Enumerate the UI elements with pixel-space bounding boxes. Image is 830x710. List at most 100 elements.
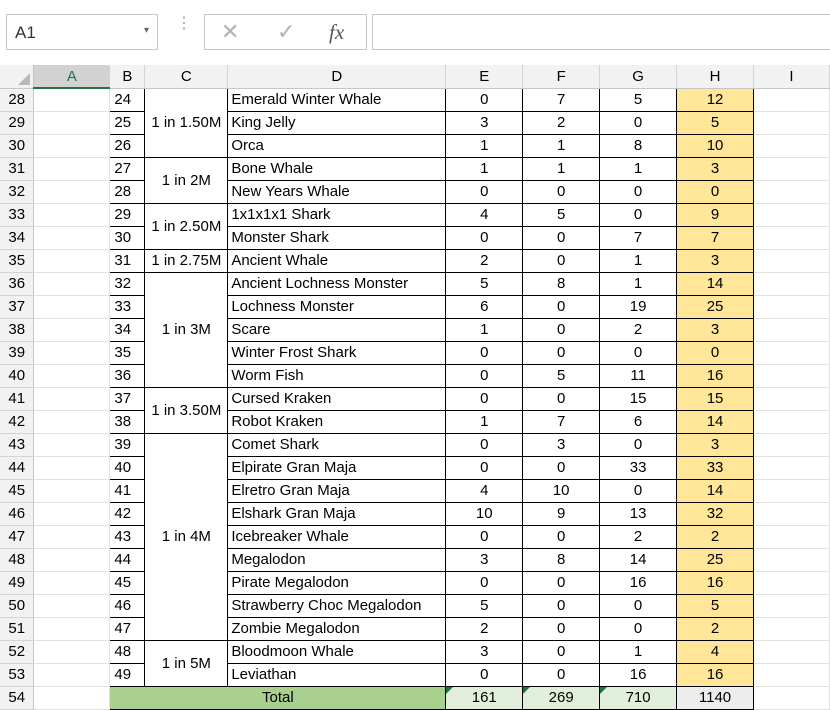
cell-a[interactable] xyxy=(33,479,111,503)
cell-i[interactable] xyxy=(753,594,830,618)
cell-e[interactable]: 1 xyxy=(445,409,524,434)
cell-i[interactable] xyxy=(753,410,830,434)
cell-a[interactable] xyxy=(33,134,111,158)
cell-g[interactable]: 15 xyxy=(599,386,678,411)
cell-i[interactable] xyxy=(753,295,830,319)
cell-e[interactable]: 3 xyxy=(445,110,524,135)
row-header[interactable]: 36 xyxy=(0,272,35,296)
cell-f[interactable]: 2 xyxy=(522,110,601,135)
column-header-h[interactable]: H xyxy=(676,65,754,89)
cell-rank[interactable]: 40 xyxy=(109,455,146,480)
cell-h-total[interactable]: 2 xyxy=(676,616,754,641)
cell-e[interactable]: 4 xyxy=(445,202,524,227)
cell-a[interactable] xyxy=(33,249,111,273)
cell-e[interactable]: 2 xyxy=(445,616,524,641)
cell-i[interactable] xyxy=(753,525,830,549)
cell-i[interactable] xyxy=(753,203,830,227)
cell-a[interactable] xyxy=(33,88,111,112)
cell-e[interactable]: 0 xyxy=(445,662,524,687)
row-header[interactable]: 53 xyxy=(0,663,35,687)
row-header[interactable]: 28 xyxy=(0,88,35,112)
cell-i[interactable] xyxy=(753,479,830,503)
row-header[interactable]: 30 xyxy=(0,134,35,158)
cell-e[interactable]: 0 xyxy=(445,363,524,388)
cell-g[interactable]: 0 xyxy=(599,110,678,135)
cell-g[interactable]: 2 xyxy=(599,317,678,342)
cell-i[interactable] xyxy=(753,433,830,457)
row-header[interactable]: 43 xyxy=(0,433,35,457)
cell-rank[interactable]: 42 xyxy=(109,501,146,526)
cell-creature-name[interactable]: Bone Whale xyxy=(227,156,447,181)
cell-i[interactable] xyxy=(753,571,830,595)
row-header[interactable]: 29 xyxy=(0,111,35,135)
cell-a[interactable] xyxy=(33,571,111,595)
row-header[interactable]: 47 xyxy=(0,525,35,549)
cell-g[interactable]: 1 xyxy=(599,639,678,664)
column-header-d[interactable]: D xyxy=(227,65,447,89)
cell-a[interactable] xyxy=(33,548,111,572)
cell-i[interactable] xyxy=(753,364,830,388)
cell-rank[interactable]: 38 xyxy=(109,409,146,434)
cell-rank[interactable]: 26 xyxy=(109,133,146,158)
cell-creature-name[interactable]: Winter Frost Shark xyxy=(227,340,447,365)
row-header[interactable]: 48 xyxy=(0,548,35,572)
row-header[interactable]: 51 xyxy=(0,617,35,641)
cell-e[interactable]: 0 xyxy=(445,225,524,250)
row-header[interactable]: 32 xyxy=(0,180,35,204)
cell-f[interactable]: 7 xyxy=(522,87,601,112)
cell-g[interactable]: 1 xyxy=(599,271,678,296)
cell-f[interactable]: 0 xyxy=(522,386,601,411)
cell-a[interactable] xyxy=(33,364,111,388)
cell-i[interactable] xyxy=(753,272,830,296)
cell-i[interactable] xyxy=(753,226,830,250)
cell-h-total[interactable]: 16 xyxy=(676,363,754,388)
cell-a[interactable] xyxy=(33,525,111,549)
cell-rank[interactable]: 34 xyxy=(109,317,146,342)
cell-creature-name[interactable]: Ancient Whale xyxy=(227,248,447,273)
cell-f[interactable]: 0 xyxy=(522,593,601,618)
row-header[interactable]: 41 xyxy=(0,387,35,411)
cell-f[interactable]: 0 xyxy=(522,570,601,595)
cell-rarity-group[interactable]: 1 in 4M xyxy=(144,432,229,641)
cell-rank[interactable]: 48 xyxy=(109,639,146,664)
cell-rarity-group[interactable]: 1 in 2.75M xyxy=(144,248,229,273)
cell-i[interactable] xyxy=(753,111,830,135)
cell-rank[interactable]: 35 xyxy=(109,340,146,365)
total-e[interactable]: 161 xyxy=(445,685,524,710)
cell-creature-name[interactable]: Robot Kraken xyxy=(227,409,447,434)
cell-g[interactable]: 5 xyxy=(599,87,678,112)
cell-a[interactable] xyxy=(33,686,111,710)
cell-h-total[interactable]: 3 xyxy=(676,432,754,457)
cell-creature-name[interactable]: King Jelly xyxy=(227,110,447,135)
cell-e[interactable]: 0 xyxy=(445,340,524,365)
cell-h-total[interactable]: 7 xyxy=(676,225,754,250)
cell-g[interactable]: 0 xyxy=(599,432,678,457)
cell-f[interactable]: 10 xyxy=(522,478,601,503)
row-header[interactable]: 34 xyxy=(0,226,35,250)
cell-rarity-group[interactable]: 1 in 3M xyxy=(144,271,229,388)
column-header-b[interactable]: B xyxy=(109,65,146,89)
cell-creature-name[interactable]: Comet Shark xyxy=(227,432,447,457)
cell-h-total[interactable]: 25 xyxy=(676,294,754,319)
column-header-f[interactable]: F xyxy=(522,65,601,89)
cell-rank[interactable]: 25 xyxy=(109,110,146,135)
cell-creature-name[interactable]: Ancient Lochness Monster xyxy=(227,271,447,296)
cell-rank[interactable]: 33 xyxy=(109,294,146,319)
cell-f[interactable]: 1 xyxy=(522,156,601,181)
cell-i[interactable] xyxy=(753,341,830,365)
cell-f[interactable]: 0 xyxy=(522,639,601,664)
cell-rank[interactable]: 47 xyxy=(109,616,146,641)
cell-h-total[interactable]: 12 xyxy=(676,87,754,112)
insert-function-icon[interactable]: fx xyxy=(329,20,344,45)
cell-h-total[interactable]: 33 xyxy=(676,455,754,480)
cell-g[interactable]: 0 xyxy=(599,593,678,618)
cell-e[interactable]: 0 xyxy=(445,432,524,457)
cell-e[interactable]: 0 xyxy=(445,570,524,595)
column-header-c[interactable]: C xyxy=(144,65,229,89)
row-header[interactable]: 49 xyxy=(0,571,35,595)
cell-h-total[interactable]: 5 xyxy=(676,593,754,618)
cell-creature-name[interactable]: Cursed Kraken xyxy=(227,386,447,411)
cell-rank[interactable]: 45 xyxy=(109,570,146,595)
cell-rarity-group[interactable]: 1 in 3.50M xyxy=(144,386,229,434)
cell-f[interactable]: 3 xyxy=(522,432,601,457)
